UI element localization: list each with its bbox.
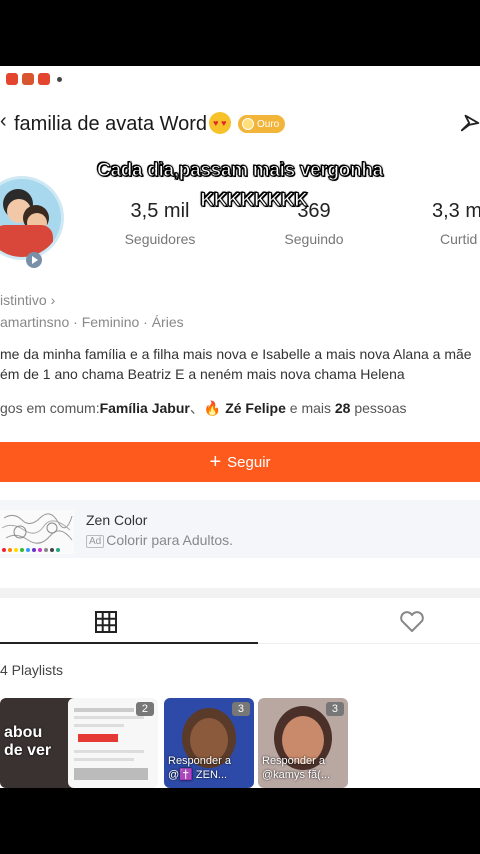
heart-icon[interactable] (398, 610, 426, 634)
overlay-caption-line1: Cada dia,passam mais vergonha (97, 160, 384, 182)
sync-icon (22, 73, 34, 85)
bio: me da minha família e a filha mais nova … (0, 346, 472, 382)
fire-icon: 🔥 (203, 400, 222, 416)
section-divider (0, 588, 480, 598)
app-icon (6, 73, 18, 85)
avatar[interactable] (0, 176, 64, 260)
heart-eyes-emoji-icon (209, 112, 232, 134)
playlist-card[interactable]: 3 Responder a @kamys fã(... (258, 698, 348, 788)
plus-icon: + (209, 450, 222, 473)
game-ad[interactable]: Zen Color Ad Colorir para Adultos. (0, 500, 480, 558)
profile-meta: amartinsno · Feminino · Áries (0, 314, 184, 330)
playlists-count: 4 Playlists (0, 662, 64, 678)
app-icon (38, 73, 50, 85)
grid-icon[interactable] (94, 610, 118, 634)
notification-dot-icon (57, 76, 62, 82)
profile-screen: ‹ familia de avata Word Ouro Cada dia,pa… (0, 66, 480, 788)
level-badge[interactable]: Ouro (238, 115, 286, 133)
coin-icon (242, 118, 254, 130)
content-tabs (0, 602, 480, 644)
mutual-friends[interactable]: gos em comum:Família Jabur、🔥 Zé Felipe e… (0, 398, 407, 418)
overlay-caption-line2: KKKKKKKK (200, 190, 309, 212)
game-thumbnail (0, 510, 74, 554)
header: ‹ familia de avata Word Ouro (0, 104, 480, 144)
follow-button[interactable]: + Seguir (0, 442, 480, 482)
playlist-card[interactable]: 3 Responder a @✝️ ZEN... (164, 698, 254, 788)
status-bar (6, 72, 62, 86)
share-icon[interactable] (460, 112, 480, 134)
profile-title: familia de avata Word (14, 112, 232, 136)
video-icon[interactable] (26, 252, 42, 268)
back-icon[interactable]: ‹ (0, 110, 7, 133)
badge-link[interactable]: istintivo › (0, 292, 55, 308)
playlist-cards: abou de ver ✕ 2 3 Responder a @✝️ ZEN... (0, 698, 480, 788)
active-tab-indicator (0, 642, 258, 644)
playlist-card[interactable]: 2 (68, 698, 158, 788)
